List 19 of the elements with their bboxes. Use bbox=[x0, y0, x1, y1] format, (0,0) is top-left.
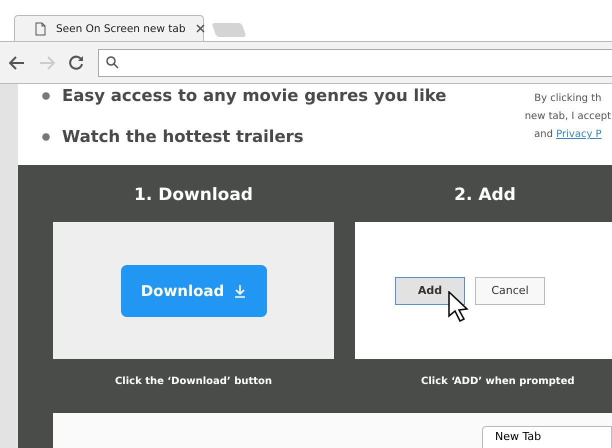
close-icon[interactable] bbox=[196, 24, 205, 33]
download-icon bbox=[234, 284, 246, 298]
step-caption: Click ‘ADD’ when prompted bbox=[421, 376, 575, 387]
consent-text: By clicking th bbox=[533, 92, 602, 106]
browser-tab[interactable]: Seen On Screen new tab bbox=[14, 15, 204, 41]
step-heading: 2. Add bbox=[454, 185, 516, 207]
search-icon bbox=[106, 56, 119, 69]
step-caption: Click the ‘Download’ button bbox=[114, 376, 272, 387]
consent-text: and bbox=[534, 129, 553, 140]
address-field[interactable] bbox=[98, 48, 612, 76]
feature-item: Easy access to any movie genres you like bbox=[42, 85, 446, 107]
step-heading: 1. Download bbox=[134, 185, 253, 207]
privacy-link[interactable]: Privacy P bbox=[556, 129, 602, 140]
page-icon bbox=[35, 22, 46, 36]
tab-title: Seen On Screen new tab bbox=[56, 22, 186, 34]
back-icon[interactable] bbox=[9, 56, 25, 70]
consent-text: new tab, I accept bbox=[524, 110, 611, 124]
dialog-button[interactable]: Cancel bbox=[475, 276, 545, 304]
reload-icon[interactable] bbox=[69, 55, 84, 70]
